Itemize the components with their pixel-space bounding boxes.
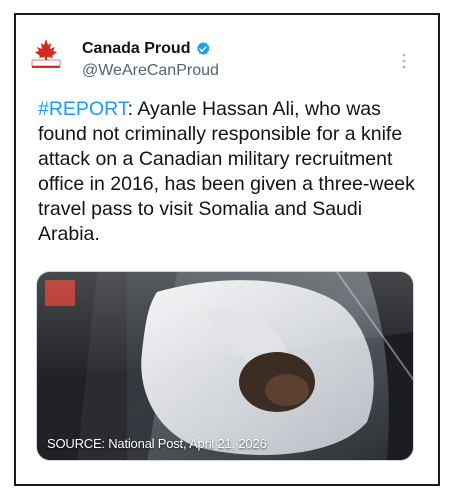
tweet-media-image[interactable]: SOURCE: National Post, April 21, 2026 — [36, 271, 414, 461]
more-options-icon[interactable] — [398, 52, 410, 70]
account-handle[interactable]: @WeAreCanProud — [82, 62, 219, 80]
verified-badge-icon — [195, 41, 211, 57]
tweet-body: : Ayanle Hassan Ali, who was found not c… — [38, 98, 415, 245]
tweet-header: Canada Proud @WeAreCanProud — [28, 28, 388, 84]
photo-image — [37, 272, 413, 460]
account-name[interactable]: Canada Proud — [82, 40, 190, 58]
hashtag-link[interactable]: #REPORT — [38, 98, 128, 120]
image-caption: SOURCE: National Post, April 21, 2026 — [47, 436, 267, 451]
account-name-row: Canada Proud — [82, 40, 211, 58]
tweet-text: #REPORT: Ayanle Hassan Ali, who was foun… — [38, 97, 428, 247]
maple-leaf-logo-icon[interactable] — [28, 36, 64, 72]
